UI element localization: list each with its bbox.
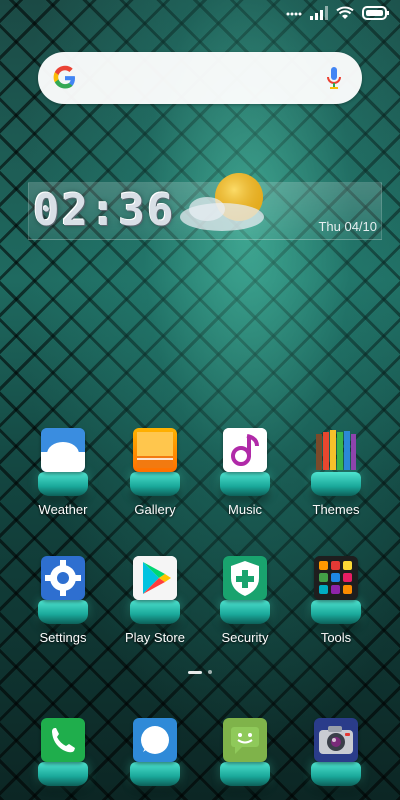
status-bar <box>0 0 400 32</box>
app-tools[interactable]: Tools <box>290 556 382 645</box>
page-dot-active[interactable] <box>188 670 202 674</box>
wifi-icon <box>336 6 354 19</box>
weather-icon <box>41 428 85 472</box>
app-security[interactable]: Security <box>199 556 291 645</box>
settings-icon <box>41 556 85 600</box>
security-icon <box>223 556 267 600</box>
dock-chat[interactable] <box>199 718 291 790</box>
tools-icon <box>314 556 358 600</box>
music-icon <box>223 428 267 472</box>
app-themes[interactable]: Themes <box>290 428 382 517</box>
page-dot[interactable] <box>208 670 212 674</box>
battery-icon <box>362 6 389 20</box>
page-indicator[interactable] <box>0 670 400 674</box>
app-label: Themes <box>312 502 360 517</box>
messages-icon <box>133 718 177 762</box>
clock-date: Thu 04/10 <box>318 219 377 234</box>
google-g-icon <box>53 65 75 89</box>
partly-sunny-icon <box>180 173 264 231</box>
dots-icon <box>286 12 302 16</box>
dock-messages[interactable] <box>109 718 201 790</box>
clock-weather-widget[interactable]: 02:36 Thu 04/10 <box>28 173 382 240</box>
themes-icon <box>314 428 358 472</box>
signal-icon <box>310 6 328 20</box>
app-play-store[interactable]: Play Store <box>109 556 201 645</box>
camera-icon <box>314 718 358 762</box>
status-icons <box>286 6 390 20</box>
play-store-icon <box>133 556 177 600</box>
app-label: Weather <box>38 502 88 517</box>
app-settings[interactable]: Settings <box>17 556 109 645</box>
gallery-icon <box>133 428 177 472</box>
dock-camera[interactable] <box>290 718 382 790</box>
app-label: Music <box>228 502 262 517</box>
app-label: Tools <box>320 630 352 645</box>
dock-phone[interactable] <box>17 718 109 790</box>
chat-icon <box>223 718 267 762</box>
phone-icon <box>41 718 85 762</box>
app-label: Play Store <box>125 630 185 645</box>
dock <box>0 718 400 800</box>
app-label: Settings <box>39 630 87 645</box>
mic-icon[interactable] <box>326 66 342 90</box>
app-weather[interactable]: Weather <box>17 428 109 517</box>
search-bar[interactable] <box>38 52 362 104</box>
app-label: Security <box>221 630 269 645</box>
app-music[interactable]: Music <box>199 428 291 517</box>
app-label: Gallery <box>134 502 176 517</box>
app-gallery[interactable]: Gallery <box>109 428 201 517</box>
clock-time: 02:36 <box>33 185 176 236</box>
